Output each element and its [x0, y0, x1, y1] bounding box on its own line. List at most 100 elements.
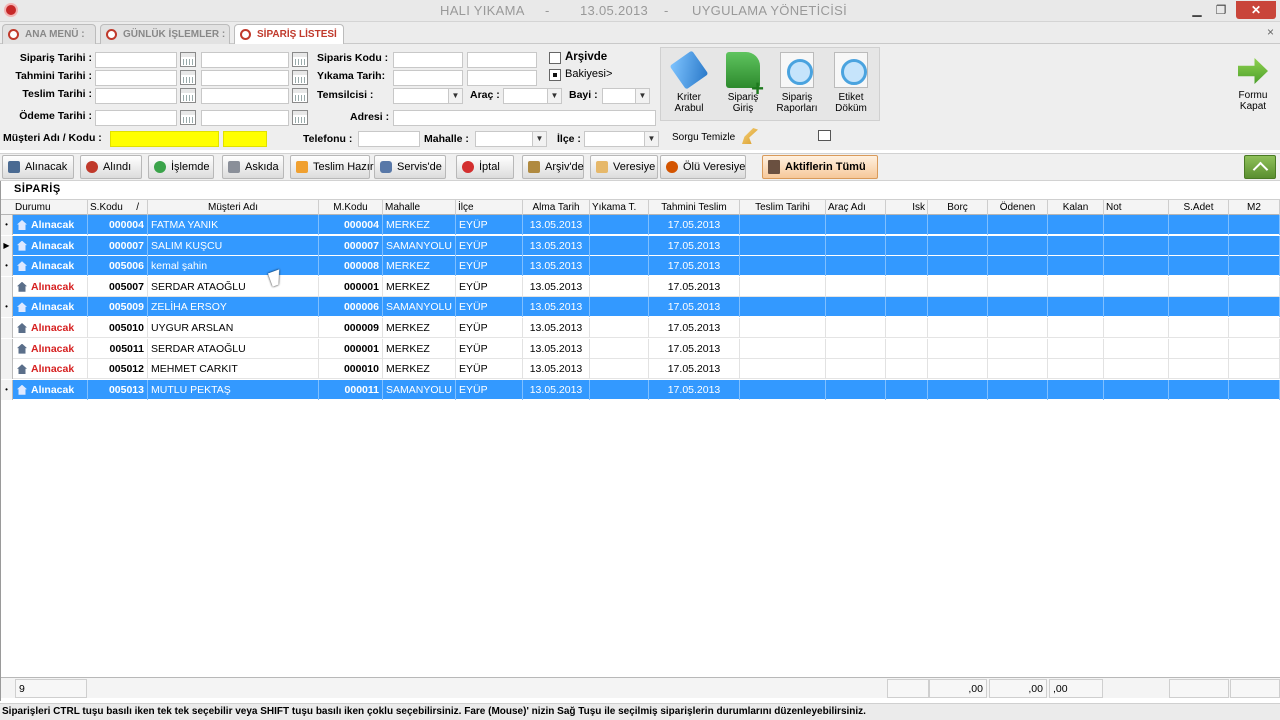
calendar-icon[interactable] — [180, 110, 196, 125]
cell-durum[interactable]: Alınacak — [13, 338, 88, 359]
cell-arac[interactable] — [826, 379, 886, 400]
status-iptal-button[interactable]: İptal — [456, 155, 514, 179]
cell-odenen[interactable] — [988, 276, 1048, 297]
cell-alma[interactable]: 13.05.2013 — [523, 276, 590, 297]
cell-tahmini[interactable]: 17.05.2013 — [649, 235, 740, 256]
maximize-button[interactable]: ❐ — [1208, 1, 1234, 19]
cell-durum[interactable]: Alınacak — [13, 318, 88, 338]
cell-mahalle[interactable]: SAMANYOLU — [383, 297, 456, 318]
cell-yikama[interactable] — [590, 256, 649, 277]
cell-kalan[interactable] — [1048, 276, 1104, 297]
cell-teslim[interactable] — [740, 256, 826, 277]
cell-alma[interactable]: 13.05.2013 — [523, 256, 590, 277]
ilce-select[interactable]: ▼ — [584, 131, 659, 147]
cell-sadet[interactable] — [1169, 256, 1229, 277]
row-indicator[interactable] — [1, 318, 13, 338]
table-row[interactable]: • Alınacak 005013 MUTLU PEKTAŞ 000011 SAMANYO… — [1, 379, 1280, 400]
cell-mahalle[interactable]: MERKEZ — [383, 318, 456, 338]
siparis-kodu-from[interactable] — [393, 52, 463, 68]
cell-musteri[interactable]: SALIM KUŞCU — [148, 235, 319, 256]
cell-musteri[interactable]: MEHMET CARKIT — [148, 359, 319, 380]
cell-m2[interactable] — [1229, 359, 1280, 380]
cell-arac[interactable] — [826, 215, 886, 235]
adresi-input[interactable] — [393, 110, 656, 126]
tab-gunluk-islemler[interactable]: GÜNLÜK İŞLEMLER : — [100, 24, 230, 44]
row-indicator[interactable]: • — [1, 215, 13, 235]
cell-tahmini[interactable]: 17.05.2013 — [649, 276, 740, 297]
col-durumu[interactable]: Durumu — [13, 200, 88, 215]
cell-ilce[interactable]: EYÜP — [456, 235, 523, 256]
cell-mahalle[interactable]: MERKEZ — [383, 338, 456, 359]
status-olu-veresiye-button[interactable]: Ölü Veresiye — [660, 155, 746, 179]
cell-kalan[interactable] — [1048, 235, 1104, 256]
status-alinacak-button[interactable]: Alınacak — [2, 155, 74, 179]
col-odenen[interactable]: Ödenen — [988, 200, 1048, 215]
siparis-tarihi-from[interactable] — [95, 52, 177, 68]
cell-skodu[interactable]: 005011 — [88, 338, 148, 359]
col-ilce[interactable]: İlçe — [456, 200, 523, 215]
cell-kalan[interactable] — [1048, 215, 1104, 235]
cell-arac[interactable] — [826, 276, 886, 297]
close-button[interactable]: ✕ — [1236, 1, 1276, 19]
cell-ilce[interactable]: EYÜP — [456, 379, 523, 400]
cell-mahalle[interactable]: MERKEZ — [383, 256, 456, 277]
cell-isk[interactable] — [886, 379, 928, 400]
cell-yikama[interactable] — [590, 318, 649, 338]
cell-ilce[interactable]: EYÜP — [456, 338, 523, 359]
calendar-icon[interactable] — [292, 110, 308, 125]
cell-not[interactable] — [1104, 379, 1169, 400]
cell-skodu[interactable]: 000007 — [88, 235, 148, 256]
cell-skodu[interactable]: 005012 — [88, 359, 148, 380]
cell-musteri[interactable]: UYGUR ARSLAN — [148, 318, 319, 338]
odeme-tarihi-to[interactable] — [201, 110, 289, 126]
col-mkodu[interactable]: M.Kodu — [319, 200, 383, 215]
cell-tahmini[interactable]: 17.05.2013 — [649, 297, 740, 318]
cell-odenen[interactable] — [988, 215, 1048, 235]
col-musteri-adi[interactable]: Müşteri Adı — [148, 200, 319, 215]
etiket-dokum-button[interactable]: Etiket Döküm — [825, 50, 877, 120]
cell-arac[interactable] — [826, 318, 886, 338]
cell-mkodu[interactable]: 000008 — [319, 256, 383, 277]
cell-yikama[interactable] — [590, 235, 649, 256]
bakiyesi-checkbox[interactable] — [549, 69, 561, 81]
cell-ilce[interactable]: EYÜP — [456, 215, 523, 235]
cell-borc[interactable] — [928, 379, 988, 400]
cell-alma[interactable]: 13.05.2013 — [523, 359, 590, 380]
cell-kalan[interactable] — [1048, 256, 1104, 277]
cell-kalan[interactable] — [1048, 359, 1104, 380]
status-askida-button[interactable]: Askıda — [222, 155, 284, 179]
col-mahalle[interactable]: Mahalle — [383, 200, 456, 215]
calendar-icon[interactable] — [180, 88, 196, 103]
row-indicator[interactable]: ▶ — [1, 235, 13, 256]
cell-sadet[interactable] — [1169, 359, 1229, 380]
cell-durum[interactable]: Alınacak — [13, 297, 88, 318]
row-indicator[interactable]: • — [1, 256, 13, 277]
cell-teslim[interactable] — [740, 235, 826, 256]
cell-borc[interactable] — [928, 297, 988, 318]
cell-tahmini[interactable]: 17.05.2013 — [649, 256, 740, 277]
cell-borc[interactable] — [928, 338, 988, 359]
status-teslim-hazir-button[interactable]: Teslim Hazır — [290, 155, 374, 179]
col-not[interactable]: Not — [1104, 200, 1169, 215]
calendar-icon[interactable] — [180, 70, 196, 85]
cell-m2[interactable] — [1229, 318, 1280, 338]
cell-borc[interactable] — [928, 318, 988, 338]
cell-odenen[interactable] — [988, 379, 1048, 400]
cell-teslim[interactable] — [740, 318, 826, 338]
cell-yikama[interactable] — [590, 276, 649, 297]
cell-mahalle[interactable]: MERKEZ — [383, 359, 456, 380]
cell-mkodu[interactable]: 000011 — [319, 379, 383, 400]
cell-sadet[interactable] — [1169, 235, 1229, 256]
cell-teslim[interactable] — [740, 297, 826, 318]
cell-ilce[interactable]: EYÜP — [456, 276, 523, 297]
cell-ilce[interactable]: EYÜP — [456, 297, 523, 318]
cell-skodu[interactable]: 000004 — [88, 215, 148, 235]
row-indicator[interactable]: • — [1, 379, 13, 400]
cell-alma[interactable]: 13.05.2013 — [523, 379, 590, 400]
cell-mkodu[interactable]: 000010 — [319, 359, 383, 380]
cell-odenen[interactable] — [988, 235, 1048, 256]
cell-not[interactable] — [1104, 297, 1169, 318]
collapse-button[interactable] — [1244, 155, 1276, 179]
cell-mkodu[interactable]: 000006 — [319, 297, 383, 318]
cell-durum[interactable]: Alınacak — [13, 235, 88, 256]
